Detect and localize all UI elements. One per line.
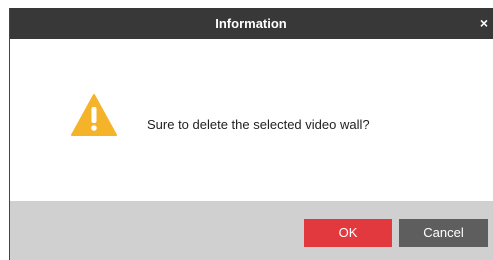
close-button[interactable]: × <box>475 8 493 39</box>
confirm-message: Sure to delete the selected video wall? <box>147 117 370 132</box>
information-dialog: Information × Sure to delete the selecte… <box>0 0 493 260</box>
ok-button[interactable]: OK <box>304 219 392 247</box>
dialog-title: Information <box>215 16 287 31</box>
warning-icon <box>70 93 118 137</box>
dialog-titlebar: Information × <box>9 8 493 39</box>
left-border <box>9 8 10 260</box>
cancel-button[interactable]: Cancel <box>399 219 488 247</box>
dialog-footer: OK Cancel <box>9 201 493 260</box>
dialog-content: Sure to delete the selected video wall? <box>9 39 493 201</box>
